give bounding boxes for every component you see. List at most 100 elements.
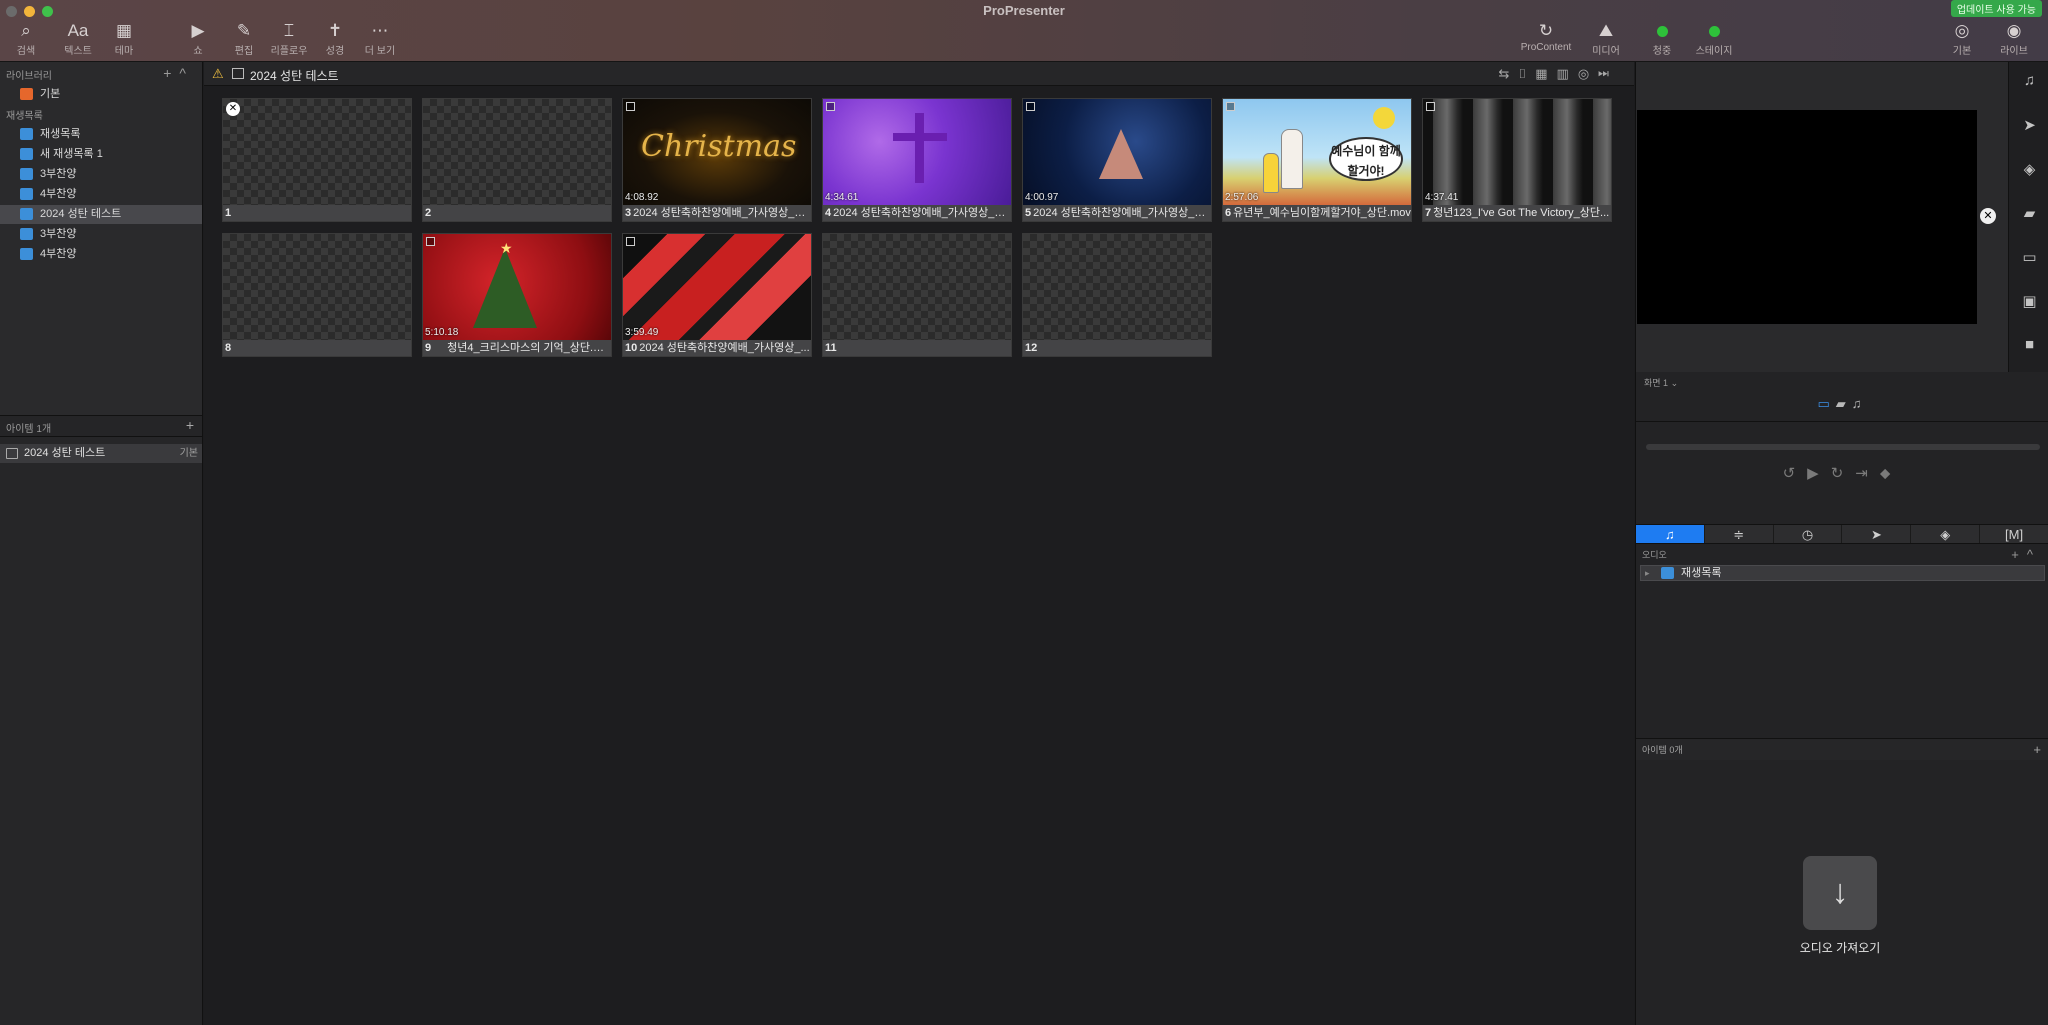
skip-icon[interactable]: ⏭ xyxy=(1598,66,1618,81)
send-icon[interactable]: ➤ xyxy=(2009,116,2048,134)
tab-stage[interactable]: ◈ xyxy=(1911,525,1981,543)
music-icon[interactable]: ♫ xyxy=(2009,72,2048,89)
audio-items-header: 아이템 0개 + xyxy=(1636,738,2048,760)
add-icon[interactable]: + xyxy=(2011,547,2027,562)
clear-icon[interactable]: ✕ xyxy=(226,102,240,116)
skip-end-icon[interactable]: ⇥ xyxy=(1855,465,1880,482)
playlist-item[interactable]: 4부찬양 xyxy=(0,185,202,204)
video-camera-icon[interactable]: ■ xyxy=(2009,336,2048,353)
audio-section-header: 오디오 +^ xyxy=(1642,547,2041,562)
tab-messages[interactable]: ➤ xyxy=(1842,525,1912,543)
collapse-icon[interactable]: ^ xyxy=(179,65,194,81)
disclosure-icon[interactable]: ▸ xyxy=(1645,566,1650,580)
audio-mode-icon[interactable]: ♫ xyxy=(1852,396,1868,411)
video-duration: 4:00.97 xyxy=(1025,192,1059,203)
title-bar: ProPresenter 업데이트 사용 가능 ⌕ 검색 Aa 텍스트 ▦ 테마… xyxy=(0,0,2048,62)
forward-15-icon[interactable]: ↻ xyxy=(1831,465,1856,482)
import-audio-button[interactable]: ↓ xyxy=(1803,856,1877,930)
default-look-button[interactable]: ◎ 기본 xyxy=(1932,20,1992,57)
arrangement-icon[interactable]: ⇆ xyxy=(1499,66,1519,81)
playlist-item[interactable]: 재생목록 xyxy=(0,125,202,144)
playlist-icon xyxy=(20,168,33,180)
slide-5[interactable]: 4:00.97 5 2024 성탄축하찬양예배_가사영상_초... xyxy=(1022,98,1212,222)
refresh-icon: ↻ xyxy=(1538,21,1554,40)
right-panel: ✕ ♫ ➤ ◈ ▰ ▭ ▣ ■ 화면 1 ⌄ ▭▰♫ ↺▶↻⇥⬥ ♫ ≑ ◷ ➤… xyxy=(1635,62,2048,1025)
playlist-icon xyxy=(20,228,33,240)
library-actions: +^ xyxy=(163,65,194,81)
video-duration: 5:10.18 xyxy=(425,327,459,338)
playlist-item[interactable]: 새 재생목록 1 xyxy=(0,145,202,164)
playlist-item[interactable]: 3부찬양 xyxy=(0,225,202,244)
announcement-mode-icon[interactable]: ▰ xyxy=(1836,396,1852,411)
tree-artwork xyxy=(1099,129,1143,179)
announcement-icon[interactable]: ▰ xyxy=(2009,204,2048,222)
audience-button[interactable]: 청중 xyxy=(1632,20,1692,57)
slide-12[interactable]: 12 xyxy=(1022,233,1212,357)
slide-thumbnail: Christmas xyxy=(623,99,811,205)
slide-mode-icon[interactable]: ▭ xyxy=(1817,396,1835,411)
playlist-item[interactable]: 3부찬양 xyxy=(0,165,202,184)
slide-thumbnail xyxy=(623,234,811,340)
christmas-artwork: Christmas xyxy=(641,129,797,164)
columns-icon[interactable]: ▥ xyxy=(1557,66,1578,81)
tab-timers[interactable]: ◷ xyxy=(1774,525,1843,543)
media-button[interactable]: ⛰ 미디어 xyxy=(1576,20,1636,57)
playback-timeline[interactable] xyxy=(1646,444,2040,450)
clear-all-icon[interactable]: ✕ xyxy=(1980,208,1996,224)
slide-2[interactable]: 2 xyxy=(422,98,612,222)
image-icon[interactable]: ▣ xyxy=(2009,292,2048,310)
slide-layer-icon[interactable]: ▭ xyxy=(2009,248,2048,266)
presentation-title: 2024 성탄 테스트 xyxy=(250,69,339,83)
theme-button[interactable]: ▦ 테마 xyxy=(94,20,154,57)
header-tools: ⇆⌷▦▥◎⏭ xyxy=(1499,66,1619,82)
add-item-icon[interactable]: + xyxy=(186,417,194,433)
slide-thumbnail xyxy=(1423,99,1611,205)
slide-caption: 4 2024 성탄축하찬양예배_가사영상_유... xyxy=(823,205,1011,221)
arrangement-tag[interactable]: 기본 xyxy=(180,444,198,463)
slide-11[interactable]: 11 xyxy=(822,233,1012,357)
camera-icon[interactable]: ⌷ xyxy=(1518,66,1535,81)
slide-6[interactable]: 예수님이 함께 할거야! 2:57.06 6 유년부_예수님이함께할거야_상단.m… xyxy=(1222,98,1412,222)
slide-4[interactable]: 4:34.61 4 2024 성탄축하찬양예배_가사영상_유... xyxy=(822,98,1012,222)
audio-playlist-row[interactable]: ▸ 재생목록 xyxy=(1640,565,2045,581)
playlists-header: 재생목록 xyxy=(6,111,43,122)
slide-10[interactable]: 3:59.49 10 2024 성탄축하찬양예배_가사영상_... xyxy=(622,233,812,357)
grid-icon[interactable]: ▦ xyxy=(1535,66,1556,81)
marker-icon[interactable]: ⬥ xyxy=(1880,465,1903,482)
slide-9[interactable]: ★ 5:10.18 9 청년4_크리스마스의 기억_상단.mp4 xyxy=(422,233,612,357)
target-icon[interactable]: ◎ xyxy=(1578,66,1598,81)
play-icon[interactable]: ▶ xyxy=(1807,465,1831,482)
slide-1[interactable]: ✕ 1 xyxy=(222,98,412,222)
screen-selector[interactable]: 화면 1 ⌄ xyxy=(1644,376,1678,389)
playlist-item-selected[interactable]: 2024 성탄 테스트 xyxy=(0,205,202,224)
slide-8[interactable]: 8 xyxy=(222,233,412,357)
collapse-icon[interactable]: ^ xyxy=(2027,547,2041,562)
playlist-entry[interactable]: 2024 성탄 테스트 기본 xyxy=(0,444,202,463)
presentation-icon xyxy=(6,448,18,459)
music-icon: ♫ xyxy=(1665,527,1675,542)
stage-button[interactable]: 스테이지 xyxy=(1684,20,1744,57)
layers-icon[interactable]: ◈ xyxy=(2009,160,2048,178)
add-icon[interactable]: + xyxy=(2033,739,2041,761)
tab-props[interactable]: ≑ xyxy=(1705,525,1774,543)
rewind-15-icon[interactable]: ↺ xyxy=(1783,465,1808,482)
live-button[interactable]: ◉ 라이브 xyxy=(1984,20,2044,57)
add-icon[interactable]: + xyxy=(163,65,179,81)
procontent-button[interactable]: ↻ ProContent xyxy=(1516,20,1576,53)
macro-icon: [M] xyxy=(2005,527,2024,542)
library-item-default[interactable]: 기본 xyxy=(0,85,202,104)
tab-macros[interactable]: [M] xyxy=(1980,525,2048,543)
theme-icon: ▦ xyxy=(115,21,133,40)
more-button[interactable]: ⋯ 더 보기 xyxy=(350,20,410,57)
slide-7[interactable]: 4:37.41 7 청년123_I've Got The Victory_상단..… xyxy=(1422,98,1612,222)
slide-3[interactable]: Christmas 4:08.92 3 2024 성탄축하찬양예배_가사영상_중.… xyxy=(622,98,812,222)
media-cue-icon xyxy=(426,237,435,246)
media-cue-icon xyxy=(626,102,635,111)
warning-icon[interactable]: ⚠ xyxy=(212,66,224,82)
playlist-item[interactable]: 4부찬양 xyxy=(0,245,202,264)
update-available-badge[interactable]: 업데이트 사용 가능 xyxy=(1950,0,2042,17)
items-header-bar: 아이템 1개 + xyxy=(0,415,202,437)
library-icon xyxy=(20,88,33,100)
playlist-icon xyxy=(20,188,33,200)
tab-audio[interactable]: ♫ xyxy=(1636,525,1705,543)
